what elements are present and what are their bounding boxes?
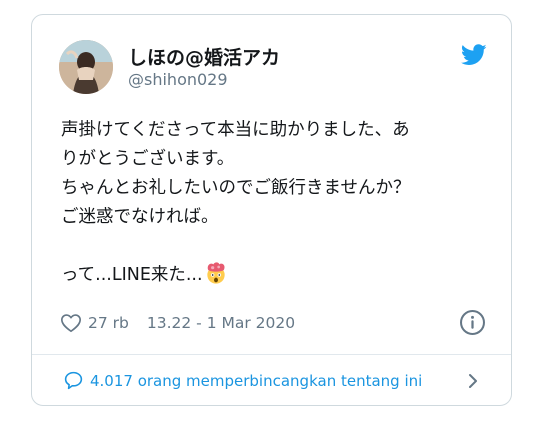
user-handle[interactable]: @shihon029 [128, 70, 228, 89]
tweet-timestamp[interactable]: 13.22 - 1 Mar 2020 [147, 314, 295, 332]
avatar-image [59, 40, 113, 94]
conversation-text[interactable]: 4.017 orang memperbincangkan tentang ini [90, 372, 422, 390]
speech-bubble-icon [64, 371, 83, 390]
user-display-name[interactable]: しほの@婚活アカ [128, 43, 280, 70]
tweet-body: 声掛けてくださって本当に助かりました、あ りがとうございます。 ちゃんとお礼した… [61, 120, 411, 285]
info-icon[interactable] [459, 309, 486, 336]
tweet-text: 声掛けてくださって本当に助かりました、あ りがとうございます。 ちゃんとお礼した… [61, 116, 501, 290]
twitter-bird-icon[interactable] [461, 44, 487, 66]
tweet-meta: 27 rb 13.22 - 1 Mar 2020 [60, 311, 295, 335]
conversation-link[interactable]: 4.017 orang memperbincangkan tentang ini [63, 370, 422, 391]
avatar[interactable] [59, 40, 113, 94]
like-count[interactable]: 27 rb [88, 314, 129, 332]
chevron-right-icon[interactable] [466, 372, 480, 390]
exploding-head-emoji-icon [206, 262, 225, 284]
divider [32, 354, 511, 355]
tweet-card[interactable]: しほの@婚活アカ @shihon029 声掛けてくださって本当に助かりました、あ… [31, 14, 512, 406]
heart-icon[interactable] [60, 312, 82, 334]
